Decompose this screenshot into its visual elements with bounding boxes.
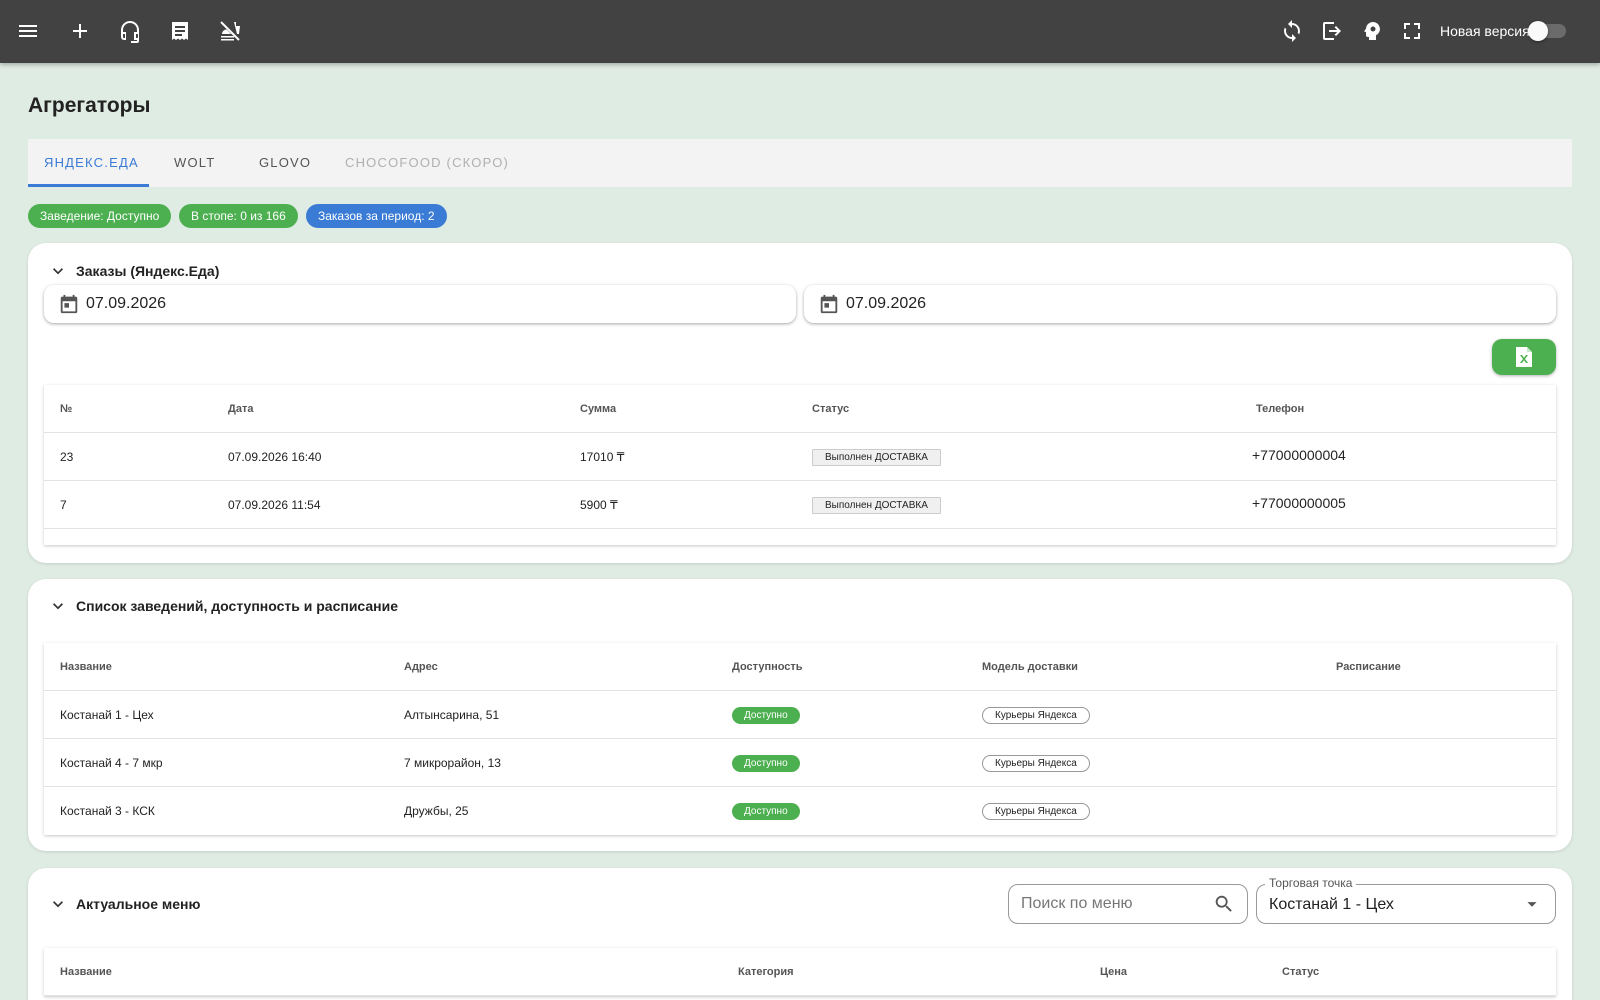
table-row[interactable]: Костанай 4 - 7 мкр 7 микрорайон, 13 Дост… bbox=[44, 739, 1556, 787]
column-header: Сумма bbox=[580, 403, 617, 415]
dropdown-arrow-icon bbox=[1527, 902, 1537, 907]
chevron-down-icon bbox=[53, 603, 63, 610]
trade-point-value: Костанай 1 - Цех bbox=[1269, 896, 1394, 913]
order-phone: +77000000005 bbox=[1252, 495, 1346, 511]
column-header: Телефон bbox=[1256, 403, 1305, 415]
aggregator-tabs: ЯНДЕКС.ЕДА WOLT GLOVO CHOCOFOOD (СКОРО) bbox=[28, 139, 1572, 187]
menu-section-title: Актуальное меню bbox=[76, 896, 201, 912]
logout-icon[interactable] bbox=[1318, 17, 1346, 45]
column-header: Категория bbox=[738, 966, 794, 978]
venue-status-chip: Заведение: Доступно bbox=[28, 204, 172, 228]
stop-count-chip: В стопе: 0 из 166 bbox=[179, 204, 298, 228]
brain-icon[interactable] bbox=[1358, 17, 1386, 45]
delivery-model-badge: Курьеры Яндекса bbox=[982, 755, 1090, 772]
column-header: Доступность bbox=[732, 661, 803, 673]
orders-card: Заказы (Яндекс.Еда) 07.09.2026 07.09.202… bbox=[28, 243, 1572, 563]
menu-table: Название Категория Цена Статус bbox=[44, 948, 1556, 996]
menu-icon[interactable] bbox=[14, 17, 42, 45]
active-tab-indicator bbox=[28, 184, 149, 187]
table-row[interactable]: 23 07.09.2026 16:40 17010 ₸ Выполнен ДОС… bbox=[44, 433, 1556, 481]
top-app-bar: Новая версия bbox=[0, 0, 1600, 63]
export-excel-button[interactable] bbox=[1492, 339, 1556, 375]
column-header: № bbox=[60, 403, 73, 415]
tab-glovo[interactable]: GLOVO bbox=[259, 139, 311, 187]
toggle-knob bbox=[1528, 21, 1548, 41]
order-date: 07.09.2026 11:54 bbox=[228, 498, 321, 512]
column-header: Название bbox=[60, 661, 112, 673]
table-header: № Дата Сумма Статус Телефон bbox=[44, 385, 1556, 433]
column-header: Расписание bbox=[1336, 661, 1401, 673]
delivery-model-badge: Курьеры Яндекса bbox=[982, 707, 1090, 724]
table-footer-spacer bbox=[44, 529, 1556, 545]
search-icon[interactable] bbox=[1213, 893, 1235, 915]
venue-name: Костанай 3 - КСК bbox=[60, 804, 155, 818]
date-from-value: 07.09.2026 bbox=[86, 295, 167, 312]
column-header: Статус bbox=[1282, 966, 1320, 978]
availability-badge: Доступно bbox=[732, 755, 800, 772]
excel-file-icon bbox=[1516, 347, 1532, 367]
venues-section-title: Список заведений, доступность и расписан… bbox=[76, 598, 399, 614]
delivery-model-badge: Курьеры Яндекса bbox=[982, 803, 1090, 820]
order-number: 7 bbox=[60, 498, 67, 512]
order-status-tag: Выполнен ДОСТАВКА bbox=[812, 497, 941, 514]
order-number: 23 bbox=[60, 450, 74, 464]
venue-address: Алтынсарина, 51 bbox=[404, 708, 500, 722]
menu-section-header[interactable]: Актуальное меню bbox=[48, 894, 200, 914]
column-header: Статус bbox=[812, 403, 850, 415]
chevron-down-icon bbox=[53, 268, 63, 275]
table-row[interactable]: 7 07.09.2026 11:54 5900 ₸ Выполнен ДОСТА… bbox=[44, 481, 1556, 529]
table-row[interactable]: Костанай 1 - Цех Алтынсарина, 51 Доступн… bbox=[44, 691, 1556, 739]
calendar-icon bbox=[60, 294, 78, 314]
tab-chocofood: CHOCOFOOD (СКОРО) bbox=[345, 155, 510, 170]
venue-name: Костанай 4 - 7 мкр bbox=[60, 756, 163, 770]
column-header: Дата bbox=[228, 403, 254, 415]
column-header: Адрес bbox=[404, 661, 438, 673]
venue-address: 7 микрорайон, 13 bbox=[404, 756, 501, 770]
venues-table: Название Адрес Доступность Модель достав… bbox=[44, 643, 1556, 835]
headset-icon[interactable] bbox=[116, 17, 144, 45]
search-placeholder: Поиск по меню bbox=[1021, 895, 1133, 912]
menu-card: Актуальное меню Поиск по меню Торговая т… bbox=[28, 868, 1572, 1000]
page-title: Агрегаторы bbox=[28, 94, 151, 117]
venue-address: Дружбы, 25 bbox=[404, 804, 469, 818]
chevron-down-icon bbox=[53, 901, 63, 908]
availability-badge: Доступно bbox=[732, 803, 800, 820]
fullscreen-icon[interactable] bbox=[1398, 17, 1426, 45]
orders-table: № Дата Сумма Статус Телефон 23 07.09.202… bbox=[44, 385, 1556, 545]
trade-point-label: Торговая точка bbox=[1265, 876, 1357, 890]
new-version-toggle[interactable] bbox=[1528, 21, 1566, 41]
tab-wolt[interactable]: WOLT bbox=[174, 139, 215, 187]
calendar-icon bbox=[820, 294, 838, 314]
order-sum: 5900 ₸ bbox=[580, 498, 618, 512]
column-header: Цена bbox=[1100, 966, 1128, 978]
order-status-tag: Выполнен ДОСТАВКА bbox=[812, 449, 941, 466]
orders-count-chip: Заказов за период: 2 bbox=[306, 204, 447, 228]
date-from-field[interactable]: 07.09.2026 bbox=[44, 285, 796, 323]
column-header: Модель доставки bbox=[982, 661, 1078, 673]
menu-search-input[interactable]: Поиск по меню bbox=[1008, 884, 1248, 924]
receipt-icon[interactable] bbox=[166, 17, 194, 45]
venues-card: Список заведений, доступность и расписан… bbox=[28, 579, 1572, 851]
sync-icon[interactable] bbox=[1278, 17, 1306, 45]
tab-yandex-eda[interactable]: ЯНДЕКС.ЕДА bbox=[44, 139, 139, 187]
plus-icon[interactable] bbox=[66, 17, 94, 45]
orders-section-title: Заказы (Яндекс.Еда) bbox=[76, 263, 220, 279]
table-header: Название Категория Цена Статус bbox=[44, 948, 1556, 996]
table-row[interactable]: Костанай 3 - КСК Дружбы, 25 Доступно Кур… bbox=[44, 787, 1556, 835]
order-date: 07.09.2026 16:40 bbox=[228, 450, 322, 464]
no-food-icon[interactable] bbox=[216, 17, 244, 45]
orders-section-header[interactable]: Заказы (Яндекс.Еда) bbox=[48, 261, 219, 281]
column-header: Название bbox=[60, 966, 112, 978]
date-to-field[interactable]: 07.09.2026 bbox=[804, 285, 1556, 323]
trade-point-select[interactable]: Торговая точка Костанай 1 - Цех bbox=[1256, 876, 1556, 924]
order-sum: 17010 ₸ bbox=[580, 450, 625, 464]
new-version-label: Новая версия bbox=[1440, 23, 1530, 39]
availability-badge: Доступно bbox=[732, 707, 800, 724]
table-header: Название Адрес Доступность Модель достав… bbox=[44, 643, 1556, 691]
venues-section-header[interactable]: Список заведений, доступность и расписан… bbox=[48, 596, 398, 616]
order-phone: +77000000004 bbox=[1252, 447, 1346, 463]
date-to-value: 07.09.2026 bbox=[846, 295, 927, 312]
venue-name: Костанай 1 - Цех bbox=[60, 708, 154, 722]
